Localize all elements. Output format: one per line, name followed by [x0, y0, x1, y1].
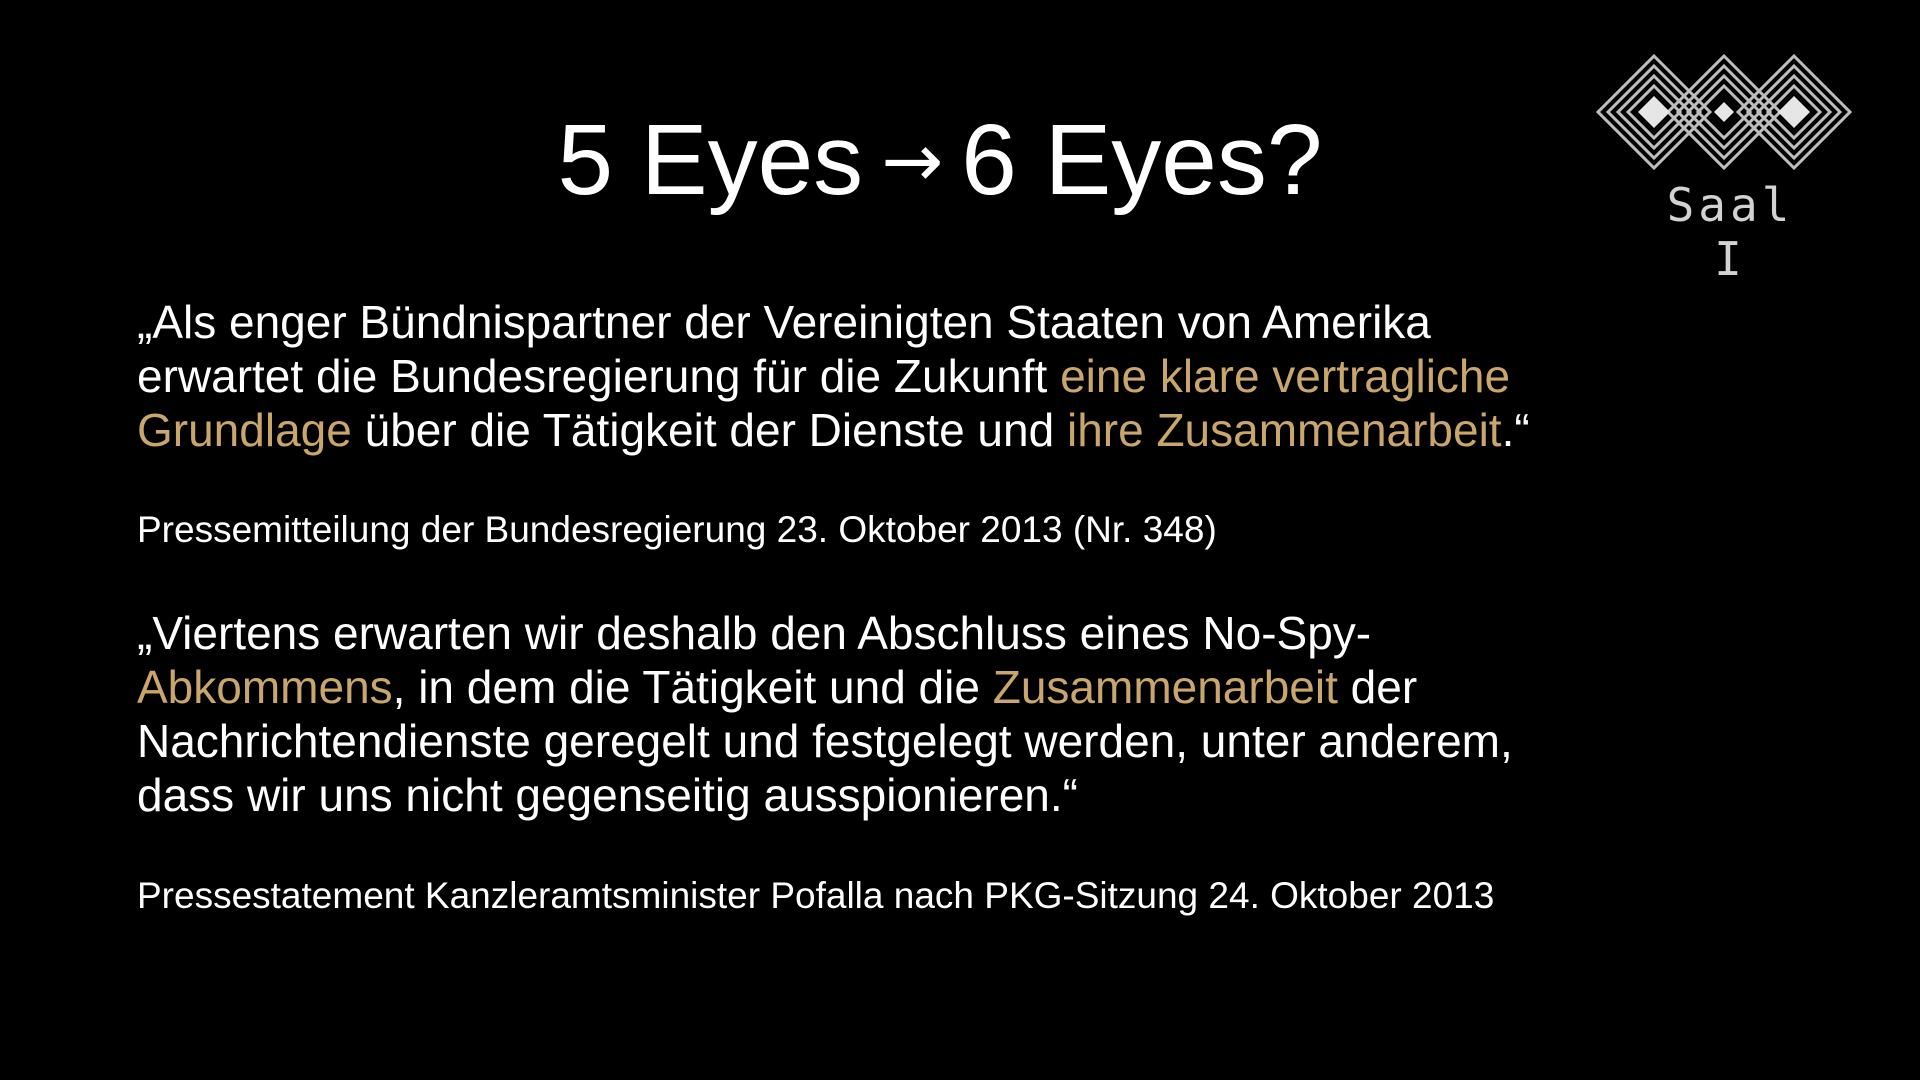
- quote1-line2: erwartet die Bundesregierung für die Zuk…: [137, 349, 1797, 403]
- title-left: 5 Eyes: [557, 104, 864, 216]
- quote1-line3-text: über die Tätigkeit der Dienste und: [351, 404, 1067, 456]
- quote1-highlight-1: eine klare vertragliche: [1060, 350, 1511, 402]
- quote2-line2: Abkommens, in dem die Tätigkeit und die …: [137, 660, 1797, 714]
- quote2-highlight-2: Zusammenarbeit: [992, 661, 1338, 713]
- right-arrow-icon: →: [881, 118, 944, 204]
- slide-title: 5 Eyes → 6 Eyes?: [300, 100, 1580, 221]
- quote2-line4: dass wir uns nicht gegenseitig ausspioni…: [137, 769, 1078, 821]
- quote2-line2-end: der: [1337, 661, 1418, 713]
- quote1-line3-end: .“: [1501, 404, 1530, 456]
- quote1-line3: Grundlage über die Tätigkeit der Dienste…: [137, 403, 1797, 457]
- source-citation-1: Pressemitteilung der Bundesregierung 23.…: [137, 509, 1217, 550]
- quote2-line2-text: , in dem die Tätigkeit und die: [392, 661, 993, 713]
- title-right: 6 Eyes?: [961, 104, 1323, 216]
- quote1-line1: „Als enger Bündnispartner der Vereinigte…: [137, 296, 1431, 348]
- quote1-line2-text: erwartet die Bundesregierung für die Zuk…: [137, 350, 1061, 402]
- logo-label: Saal I: [1666, 178, 1794, 286]
- quote1-highlight-2: Grundlage: [137, 404, 352, 456]
- quote2-highlight-1: Abkommens: [137, 661, 393, 713]
- quote1-highlight-3: ihre Zusammenarbeit: [1066, 404, 1502, 456]
- quote-pofalla: „Viertens erwarten wir deshalb den Absch…: [137, 606, 1797, 822]
- source-citation-2: Pressestatement Kanzleramtsminister Pofa…: [137, 875, 1495, 916]
- quote2-line1: „Viertens erwarten wir deshalb den Absch…: [137, 607, 1372, 659]
- quote2-line3: Nachrichtendienste geregelt und festgele…: [137, 715, 1513, 767]
- quote-bundesregierung: „Als enger Bündnispartner der Vereinigte…: [137, 295, 1797, 457]
- saal-logo: Saal I: [1594, 52, 1854, 286]
- logo-icon: [1595, 53, 1853, 171]
